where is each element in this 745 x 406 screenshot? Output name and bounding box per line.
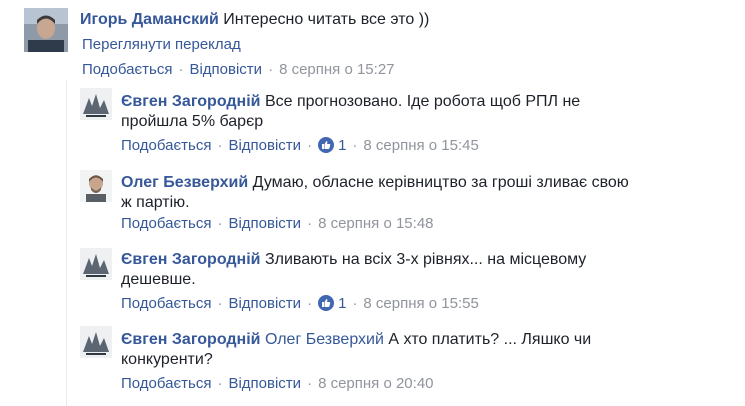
reaction-count[interactable]: 1 [318,137,346,154]
separator-dot: · [217,215,223,232]
reply-timestamp[interactable]: 8 серпня о 20:40 [318,375,433,392]
reply-actions: Подобається · Відповісти · 8 серпня о 15:48 [121,214,434,234]
reply-timestamp[interactable]: 8 серпня о 15:45 [363,137,478,154]
reply-actions: Подобається · Відповісти · 1 · 8 серпня о 15:5… [121,294,479,314]
avatar-yevhen[interactable] [80,326,112,358]
reply-actions: Подобається · Відповісти · 1 · 8 серпня о 15:4… [121,136,479,156]
avatar-yevhen[interactable] [80,88,112,120]
reply-timestamp[interactable]: 8 серпня о 15:48 [318,215,433,232]
reply-link[interactable]: Відповісти [228,295,301,312]
reply-author[interactable]: Євген Загородній [121,93,260,110]
separator-dot: · [307,295,313,312]
like-link[interactable]: Подобається [121,295,211,312]
reply-thread-line [66,80,67,406]
reply-author[interactable]: Олег Безверхий [121,174,248,191]
separator-dot: · [307,215,313,232]
separator-dot: · [217,295,223,312]
reply-link[interactable]: Відповісти [228,375,301,392]
reply-text-line1: Все прогнозовано. Іде робота щоб РПЛ не [264,93,581,110]
comment-actions: Подобається · Відповісти · 8 серпня о 15:27 [82,60,395,80]
reply-text-line2: ж партію. [121,194,190,211]
mention-link[interactable]: Олег Безверхий [265,331,384,348]
reply-text-line1: Зливають на всіх 3-х рівнях... на місцев… [264,251,587,268]
reply-actions: Подобається · Відповісти · 8 серпня о 20:40 [121,374,434,394]
reply-link[interactable]: Відповісти [228,215,301,232]
reply-text-line2: дешевше. [121,271,196,288]
separator-dot: · [352,137,358,154]
thumbs-up-icon [318,295,335,311]
separator-dot: · [307,137,313,154]
reaction-count[interactable]: 1 [318,295,346,312]
separator-dot: · [268,61,274,78]
like-link[interactable]: Подобається [121,137,211,154]
separator-dot: · [217,137,223,154]
reply-author[interactable]: Євген Загородній [121,251,260,268]
like-link[interactable]: Подобається [121,215,211,232]
separator-dot: · [307,375,313,392]
reply-text-line2: пройшла 5% барєр [121,113,264,130]
separator-dot: · [352,295,358,312]
like-link[interactable]: Подобається [82,61,172,78]
thumbs-up-icon [318,137,335,153]
reply-text-line1: Думаю, обласне керівництво за гроші злив… [252,174,629,191]
avatar-yevhen[interactable] [80,248,112,280]
reply-link[interactable]: Відповісти [189,61,262,78]
comment-timestamp[interactable]: 8 серпня о 15:27 [279,61,394,78]
separator-dot: · [178,61,184,78]
comment-text: Интересно читать все это )) [223,11,430,28]
see-translation-link[interactable]: Переглянути переклад [82,36,241,53]
avatar-oleh[interactable] [80,170,112,202]
separator-dot: · [217,375,223,392]
reply-link[interactable]: Відповісти [228,137,301,154]
avatar-igor[interactable] [24,8,68,52]
reply-text-line1: А хто платить? ... Ляшко чи [388,331,592,348]
like-link[interactable]: Подобається [121,375,211,392]
reply-author[interactable]: Євген Загородній [121,331,260,348]
reply-timestamp[interactable]: 8 серпня о 15:55 [363,295,478,312]
comment-author[interactable]: Игорь Даманский [80,11,219,28]
reply-text-line2: конкуренти? [121,351,213,368]
